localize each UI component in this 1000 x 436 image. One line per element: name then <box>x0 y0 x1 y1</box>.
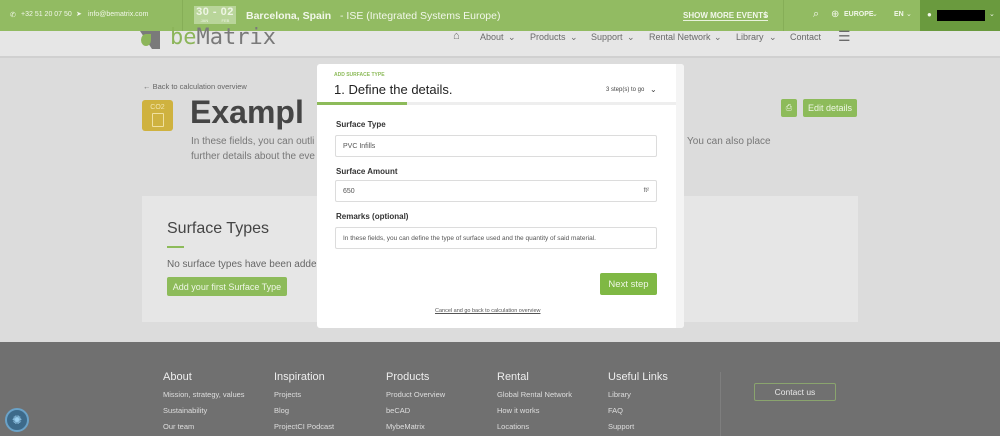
empty-state-text: No surface types have been adde <box>167 259 317 270</box>
hamburger-menu-icon[interactable]: ☰ <box>838 28 851 45</box>
title-underline <box>167 246 184 248</box>
progress-track <box>317 102 676 105</box>
surface-amount-input[interactable]: 650 ft² <box>335 180 657 202</box>
section-title: Surface Types <box>167 220 269 237</box>
event-name[interactable]: - ISE (Integrated Systems Europe) <box>340 10 500 22</box>
surface-amount-value: 650 <box>343 187 355 195</box>
footer-link[interactable]: Blog <box>274 406 289 415</box>
edit-details-button[interactable]: Edit details <box>803 99 857 117</box>
contact-us-button[interactable]: Contact us <box>754 383 836 401</box>
language-selector[interactable]: EN <box>894 11 904 18</box>
modal-title: 1. Define the details. <box>334 82 453 97</box>
footer-divider <box>720 372 721 436</box>
footer-link[interactable]: MybeMatrix <box>386 422 425 431</box>
pdf-export-button[interactable]: ⎙ <box>781 99 797 117</box>
arrow-down-icon: ↓ <box>763 8 769 20</box>
steps-dropdown[interactable]: 3 step(s) to go <box>606 87 644 93</box>
footer-link[interactable]: Product Overview <box>386 390 445 399</box>
footer-heading: About <box>163 371 192 383</box>
chevron-down-icon: ⌄ <box>989 11 995 18</box>
next-step-button[interactable]: Next step <box>600 273 657 295</box>
footer-heading: Inspiration <box>274 371 325 383</box>
footer-link[interactable]: Sustainability <box>163 406 207 415</box>
chevron-down-icon: ⌄ <box>769 32 777 42</box>
footer-link[interactable]: Mission, strategy, values <box>163 390 245 399</box>
modal-scrollbar[interactable] <box>676 64 684 328</box>
nav-support[interactable]: Support <box>591 32 623 42</box>
footer-link[interactable]: Projects <box>274 390 301 399</box>
nav-rental-network[interactable]: Rental Network <box>649 32 711 42</box>
co2-calculator-icon: CO2 <box>142 100 173 131</box>
event-city[interactable]: Barcelona, Spain <box>246 10 331 22</box>
nav-about[interactable]: About <box>480 32 504 42</box>
footer-heading: Rental <box>497 371 529 383</box>
footer-link[interactable]: Global Rental Network <box>497 390 572 399</box>
phone-icon: ✆ <box>10 12 16 19</box>
user-menu[interactable]: ● ⌄ <box>920 0 1000 31</box>
phone-link[interactable]: +32 51 20 07 50 <box>21 11 72 18</box>
unit-label: ft² <box>643 188 649 194</box>
event-date: 30 - 02 JAN FEB <box>194 6 236 24</box>
user-icon: ● <box>927 10 932 19</box>
logo[interactable]: beMatrix <box>170 25 276 50</box>
progress-fill <box>317 102 407 105</box>
logo-leaf <box>141 34 151 46</box>
cancel-link[interactable]: Cancel and go back to calculation overvi… <box>435 308 540 314</box>
chevron-down-icon: ⌄ <box>627 32 635 42</box>
add-surface-type-button[interactable]: Add your first Surface Type <box>167 277 287 296</box>
globe-icon: ⊕ <box>831 9 840 20</box>
footer-heading: Useful Links <box>608 371 668 383</box>
search-icon[interactable]: ⌕ <box>813 8 819 21</box>
email-link[interactable]: info@bematrix.com <box>88 11 148 18</box>
chevron-down-icon: ⌄ <box>872 11 878 18</box>
page-title: Exampl <box>190 94 304 130</box>
page-description-2: further details about the eve <box>191 151 315 162</box>
show-more-events-button[interactable]: SHOW MORE EVENTS <box>683 11 769 21</box>
chevron-down-icon: ⌄ <box>650 85 657 94</box>
footer-link[interactable]: Our team <box>163 422 194 431</box>
footer-link[interactable]: FAQ <box>608 406 623 415</box>
send-icon: ➤ <box>76 11 82 18</box>
redacted-username <box>937 10 985 21</box>
surface-type-label: Surface Type <box>336 120 386 129</box>
nav-library[interactable]: Library <box>736 32 764 42</box>
nav-products[interactable]: Products <box>530 32 566 42</box>
footer-link[interactable]: Locations <box>497 422 529 431</box>
top-bar: ✆ +32 51 20 07 50 ➤ info@bematrix.com 30… <box>0 0 1000 31</box>
page-description: In these fields, you can outli <box>191 136 315 147</box>
back-link[interactable]: ← Back to calculation overview <box>143 82 247 91</box>
page-description-right: You can also place <box>687 136 771 147</box>
nav-contact[interactable]: Contact <box>790 32 821 42</box>
footer-link[interactable]: ProjectCI Podcast <box>274 422 334 431</box>
chevron-down-icon: ⌄ <box>508 32 516 42</box>
footer-link[interactable]: beCAD <box>386 406 410 415</box>
footer-link[interactable]: How it works <box>497 406 540 415</box>
chevron-down-icon: ⌄ <box>906 11 912 18</box>
surface-amount-label: Surface Amount <box>336 167 398 176</box>
pdf-icon: ⎙ <box>785 103 793 112</box>
footer-heading: Products <box>386 371 430 383</box>
cookie-settings-icon[interactable]: ✺ <box>5 408 29 432</box>
add-surface-type-modal: ADD SURFACE TYPE 1. Define the details. … <box>317 64 684 328</box>
footer-link[interactable]: Support <box>608 422 634 431</box>
modal-eyebrow: ADD SURFACE TYPE <box>334 72 385 78</box>
chevron-down-icon: ⌄ <box>714 32 722 42</box>
home-icon[interactable]: ⌂ <box>453 30 460 42</box>
footer-link[interactable]: Library <box>608 390 631 399</box>
remarks-input[interactable]: In these fields, you can define the type… <box>335 227 657 249</box>
remarks-label: Remarks (optional) <box>336 212 409 221</box>
region-selector[interactable]: EUROPE <box>844 11 874 18</box>
chevron-down-icon: ⌄ <box>570 32 578 42</box>
surface-type-input[interactable]: PVC Infills <box>335 135 657 157</box>
